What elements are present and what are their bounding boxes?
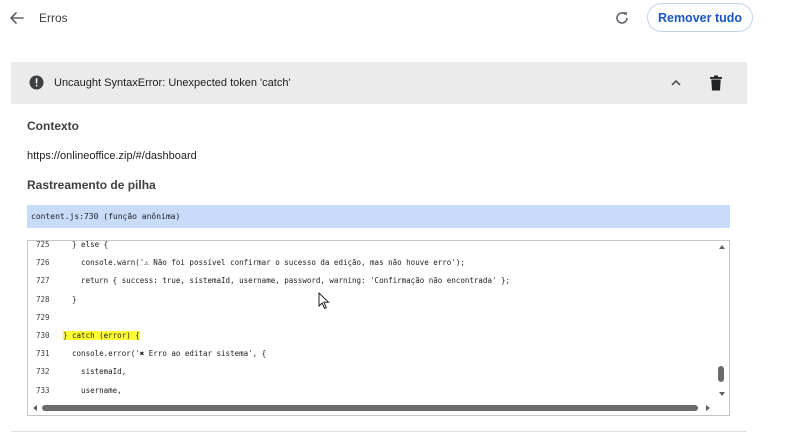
code-line: 726 console.warn('⚠ Não foi possível con… (28, 253, 716, 271)
arrow-left-icon[interactable] (8, 9, 26, 27)
line-number: 727 (36, 276, 50, 286)
code-line: 729 (28, 308, 716, 326)
code-text: return { success: true, sistemaId, usern… (63, 276, 511, 286)
code-lines: 725 } else {726 console.warn('⚠ Não foi … (28, 240, 716, 415)
remove-all-button[interactable]: Remover tudo (647, 3, 753, 32)
context-label: Contexto (27, 119, 79, 133)
horizontal-scrollbar[interactable] (28, 402, 729, 415)
code-text: console.error('✖ Erro ao editar sistema'… (63, 349, 267, 359)
error-title: Uncaught SyntaxError: Unexpected token '… (54, 77, 291, 89)
code-text: } (63, 294, 77, 304)
line-number: 725 (36, 240, 50, 249)
page-title: Erros (39, 11, 68, 25)
reload-icon[interactable] (613, 9, 631, 27)
error-circle-icon (29, 75, 44, 90)
stack-frame[interactable]: content.js:730 (função anônima) (27, 205, 730, 228)
code-text: } else { (63, 240, 109, 249)
scroll-up-icon[interactable] (719, 245, 725, 249)
scroll-left-icon[interactable] (33, 405, 37, 411)
line-number: 731 (36, 349, 50, 359)
line-number: 730 (36, 330, 50, 340)
context-url: https://onlineoffice.zip/#/dashboard (27, 150, 197, 162)
line-number: 729 (36, 312, 50, 322)
code-line: 731 console.error('✖ Erro ao editar sist… (28, 344, 716, 362)
code-line: 730 } catch (error) { (28, 326, 716, 344)
scroll-down-icon[interactable] (719, 392, 725, 396)
code-line: 732 sistemaId, (28, 362, 716, 380)
divider (11, 431, 747, 432)
code-viewer[interactable]: 725 } else {726 console.warn('⚠ Não foi … (27, 240, 730, 416)
stack-trace-label: Rastreamento de pilha (27, 178, 156, 192)
horizontal-scroll-thumb[interactable] (42, 405, 698, 411)
chevron-up-icon[interactable] (668, 76, 684, 90)
mouse-pointer-icon (318, 292, 330, 310)
code-line: 727 return { success: true, sistemaId, u… (28, 271, 716, 289)
code-text: username, (63, 385, 122, 395)
code-text: sistemaId, (63, 367, 127, 377)
code-line: 733 username, (28, 381, 716, 399)
error-header[interactable]: Uncaught SyntaxError: Unexpected token '… (11, 62, 747, 104)
code-text: } catch (error) { (63, 330, 140, 340)
trash-icon[interactable] (709, 75, 723, 91)
line-number: 733 (36, 385, 50, 395)
line-number: 726 (36, 258, 50, 268)
scroll-right-icon[interactable] (706, 405, 710, 411)
top-bar: Erros Remover tudo (0, 0, 786, 38)
code-line: 725 } else { (28, 240, 716, 253)
line-number: 732 (36, 367, 50, 377)
vertical-scrollbar[interactable] (715, 241, 729, 403)
code-line: 728 } (28, 290, 716, 308)
line-number: 728 (36, 294, 50, 304)
vertical-scroll-thumb[interactable] (718, 366, 724, 382)
code-text: console.warn('⚠ Não foi possível confirm… (63, 258, 465, 268)
